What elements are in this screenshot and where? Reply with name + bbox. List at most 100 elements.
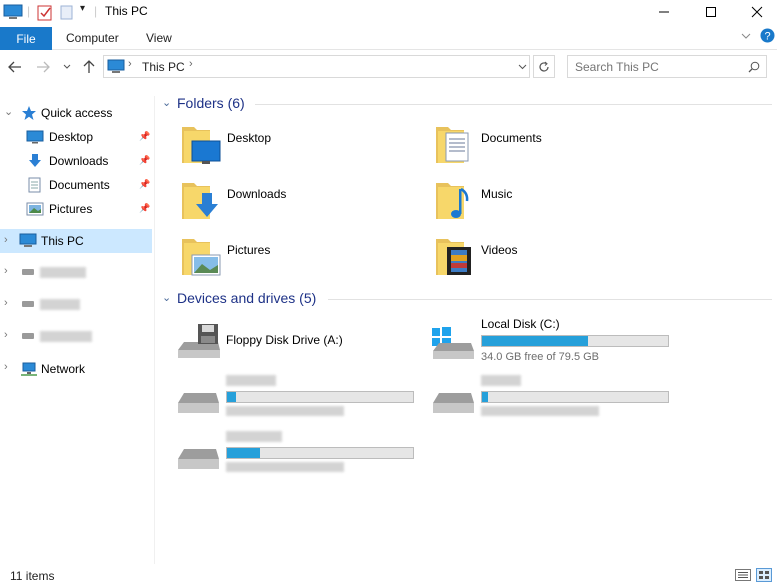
- sidebar-item-drive[interactable]: ›: [0, 294, 152, 316]
- drive-tile-floppy[interactable]: Floppy Disk Drive (A:): [176, 320, 426, 372]
- drive-usage-fill: [482, 392, 488, 402]
- window-title: This PC: [105, 4, 148, 18]
- blurred-drive-name: [226, 375, 276, 386]
- maximize-button[interactable]: [688, 0, 734, 24]
- sidebar-item-downloads[interactable]: Downloads 📌: [0, 150, 152, 172]
- drive-name: Local Disk (C:): [481, 317, 560, 331]
- help-icon[interactable]: ?: [760, 28, 775, 43]
- folder-tile-pictures[interactable]: Pictures: [180, 233, 410, 281]
- forward-arrow-icon: [37, 61, 50, 73]
- folder-tile-downloads[interactable]: Downloads: [180, 177, 410, 225]
- search-input[interactable]: [568, 56, 743, 77]
- nav-label: Network: [41, 362, 86, 376]
- search-icon[interactable]: [748, 61, 760, 73]
- recent-locations-button[interactable]: [60, 58, 74, 76]
- blurred-drive-name: [481, 375, 521, 386]
- properties-icon[interactable]: [37, 3, 53, 21]
- folder-tile-music[interactable]: Music: [434, 177, 664, 225]
- folder-name: Downloads: [227, 187, 287, 201]
- nav-label: Downloads: [49, 154, 109, 168]
- sidebar-item-drive[interactable]: ›: [0, 262, 152, 284]
- chevron-right-icon[interactable]: ›: [4, 361, 8, 373]
- address-bar[interactable]: › This PC ›: [103, 55, 530, 78]
- folder-tile-documents[interactable]: Documents: [434, 121, 664, 169]
- pin-icon[interactable]: 📌: [139, 179, 150, 190]
- file-tab[interactable]: File: [0, 27, 52, 50]
- title-bar: | ▾ | This PC: [0, 0, 777, 24]
- svg-text:?: ?: [764, 31, 770, 43]
- blurred-label: [40, 299, 80, 310]
- breadcrumb-this-pc[interactable]: This PC: [142, 60, 185, 74]
- minimize-button[interactable]: [641, 0, 687, 24]
- forward-button[interactable]: [34, 58, 52, 76]
- chevron-right-icon[interactable]: ›: [4, 265, 8, 277]
- nav-label: Documents: [49, 178, 110, 192]
- sidebar-item-this-pc[interactable]: › This PC: [0, 229, 152, 253]
- tab-computer[interactable]: Computer: [66, 31, 119, 45]
- sidebar-item-network[interactable]: › Network: [0, 358, 152, 380]
- refresh-button[interactable]: [533, 55, 555, 78]
- drive-tile-hidden[interactable]: [176, 373, 426, 425]
- chevron-right-icon[interactable]: ›: [4, 329, 8, 341]
- computer-icon[interactable]: [3, 3, 23, 21]
- drive-usage-bar: [226, 447, 414, 459]
- drives-group-header[interactable]: ⌄ Devices and drives (5): [160, 290, 772, 310]
- sidebar-item-pictures[interactable]: Pictures 📌: [0, 198, 152, 220]
- chevron-right-icon[interactable]: ›: [4, 297, 8, 309]
- pin-icon[interactable]: 📌: [139, 155, 150, 166]
- sidebar-item-desktop[interactable]: Desktop 📌: [0, 126, 152, 148]
- sidebar-item-documents[interactable]: Documents 📌: [0, 174, 152, 196]
- hard-drive-icon: [178, 393, 219, 413]
- chevron-down-icon[interactable]: ⌄: [162, 291, 171, 304]
- desktop-icon: [26, 130, 44, 144]
- address-dropdown-icon[interactable]: [518, 64, 527, 70]
- nav-label: Desktop: [49, 130, 94, 144]
- blurred-free-space: [226, 406, 344, 416]
- breadcrumb-separator-icon[interactable]: ›: [128, 58, 132, 70]
- drive-usage-fill: [227, 448, 261, 458]
- blurred-label: [40, 267, 86, 278]
- drive-tile-hidden[interactable]: [176, 429, 426, 481]
- nav-quick-access[interactable]: ⌄ Quick access: [0, 102, 152, 124]
- drive-usage-bar: [481, 391, 669, 403]
- expand-ribbon-icon[interactable]: [741, 33, 751, 41]
- up-button[interactable]: [80, 58, 98, 76]
- drive-icon: [22, 269, 34, 275]
- breadcrumb-chevron-icon[interactable]: ›: [189, 58, 193, 70]
- close-button[interactable]: [734, 0, 777, 24]
- maximize-icon: [706, 7, 716, 17]
- chevron-down-icon[interactable]: ⌄: [4, 105, 13, 118]
- search-box[interactable]: [567, 55, 767, 78]
- tab-view[interactable]: View: [146, 31, 172, 45]
- folder-name: Music: [481, 187, 513, 201]
- network-icon: [21, 362, 37, 376]
- pin-icon[interactable]: 📌: [139, 131, 150, 142]
- documents-icon: [28, 177, 41, 193]
- hard-drive-icon: [433, 393, 474, 413]
- new-folder-icon[interactable]: [60, 3, 74, 21]
- large-icons-view-icon[interactable]: [756, 568, 772, 582]
- drive-tile-hidden[interactable]: [431, 373, 681, 425]
- pin-icon[interactable]: 📌: [139, 203, 150, 214]
- chevron-down-icon[interactable]: ⌄: [162, 96, 171, 109]
- up-arrow-icon: [83, 60, 95, 73]
- sidebar-item-drive[interactable]: ›: [0, 326, 152, 348]
- minimize-icon: [659, 11, 669, 13]
- folder-tile-desktop[interactable]: Desktop: [180, 121, 410, 169]
- blurred-free-space: [481, 406, 599, 416]
- folder-name: Desktop: [227, 131, 272, 145]
- chevron-right-icon[interactable]: ›: [4, 234, 8, 246]
- folder-name: Videos: [481, 243, 518, 257]
- ribbon-tabs: File Computer View ?: [0, 24, 777, 50]
- details-view-icon[interactable]: [735, 569, 751, 581]
- folder-tile-videos[interactable]: Videos: [434, 233, 664, 281]
- chevron-down-icon: [63, 64, 71, 69]
- drive-usage-bar: [226, 391, 414, 403]
- drive-tile-local-disk[interactable]: Local Disk (C:) 34.0 GB free of 79.5 GB: [431, 317, 681, 369]
- title-separator: |: [27, 4, 31, 18]
- videos-folder-icon: [436, 239, 471, 275]
- pictures-icon: [26, 202, 44, 216]
- customize-quick-access-icon[interactable]: ▾: [80, 3, 85, 14]
- back-button[interactable]: [6, 58, 24, 76]
- folders-group-header[interactable]: ⌄ Folders (6): [160, 95, 772, 115]
